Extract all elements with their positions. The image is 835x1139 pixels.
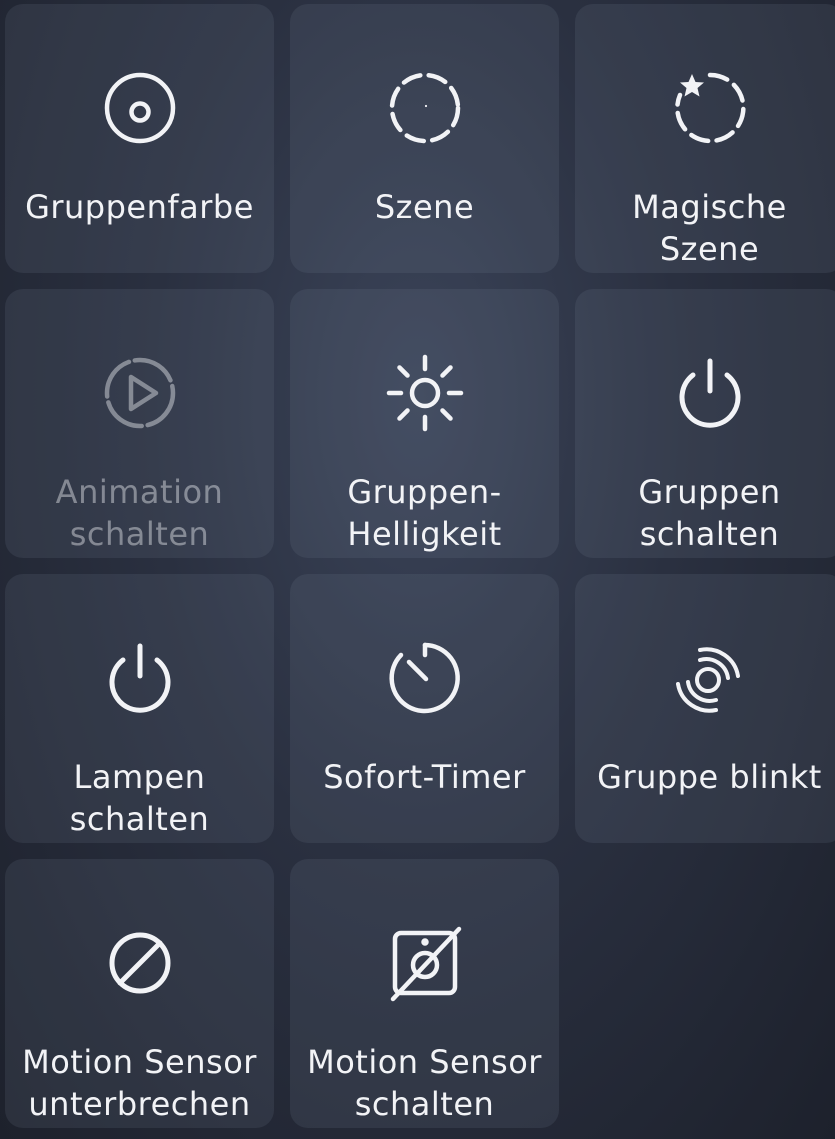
prohibited-icon: [100, 923, 180, 1003]
tile-gruppen-helligkeit[interactable]: Gruppen- Helligkeit: [290, 289, 559, 558]
tile-label: Gruppe blinkt: [597, 758, 822, 796]
tile-gruppenfarbe[interactable]: Gruppenfarbe: [5, 4, 274, 273]
tile-motion-sensor-unterbrechen[interactable]: Motion Sensor unterbrechen: [5, 859, 274, 1128]
tile-label: Motion Sensor schalten: [307, 1043, 542, 1123]
tile-label: Lampen schalten: [69, 758, 210, 838]
magic-scene-star-icon: [670, 68, 750, 148]
tile-label: Animation schalten: [55, 473, 224, 553]
color-target-icon: [100, 68, 180, 148]
tile-motion-sensor-schalten[interactable]: Motion Sensor schalten: [290, 859, 559, 1128]
tile-szene[interactable]: Szene: [290, 4, 559, 273]
tile-gruppe-blinkt[interactable]: Gruppe blinkt: [575, 574, 835, 843]
play-circle-icon: [100, 353, 180, 433]
tile-label: Gruppen- Helligkeit: [347, 473, 502, 553]
tile-label: Magische Szene: [632, 188, 787, 268]
tile-magische-szene[interactable]: Magische Szene: [575, 4, 835, 273]
tile-label: Gruppen schalten: [638, 473, 781, 553]
tile-label: Gruppenfarbe: [25, 188, 254, 226]
tile-label: Sofort-Timer: [323, 758, 526, 796]
tile-gruppen-schalten[interactable]: Gruppen schalten: [575, 289, 835, 558]
power-icon: [100, 638, 180, 718]
tile-label: Szene: [374, 188, 475, 226]
motion-sensor-off-icon: [385, 923, 465, 1003]
tile-label: Motion Sensor unterbrechen: [22, 1043, 257, 1123]
scene-dashed-circle-icon: [385, 68, 465, 148]
blink-waves-icon: [670, 638, 750, 718]
timer-icon: [385, 638, 465, 718]
tile-animation-schalten[interactable]: Animation schalten: [5, 289, 274, 558]
tile-sofort-timer[interactable]: Sofort-Timer: [290, 574, 559, 843]
power-icon: [670, 353, 750, 433]
tile-lampen-schalten[interactable]: Lampen schalten: [5, 574, 274, 843]
action-tile-grid: Gruppenfarbe Szene Magische Szene Animat…: [5, 4, 835, 1128]
sun-brightness-icon: [385, 353, 465, 433]
